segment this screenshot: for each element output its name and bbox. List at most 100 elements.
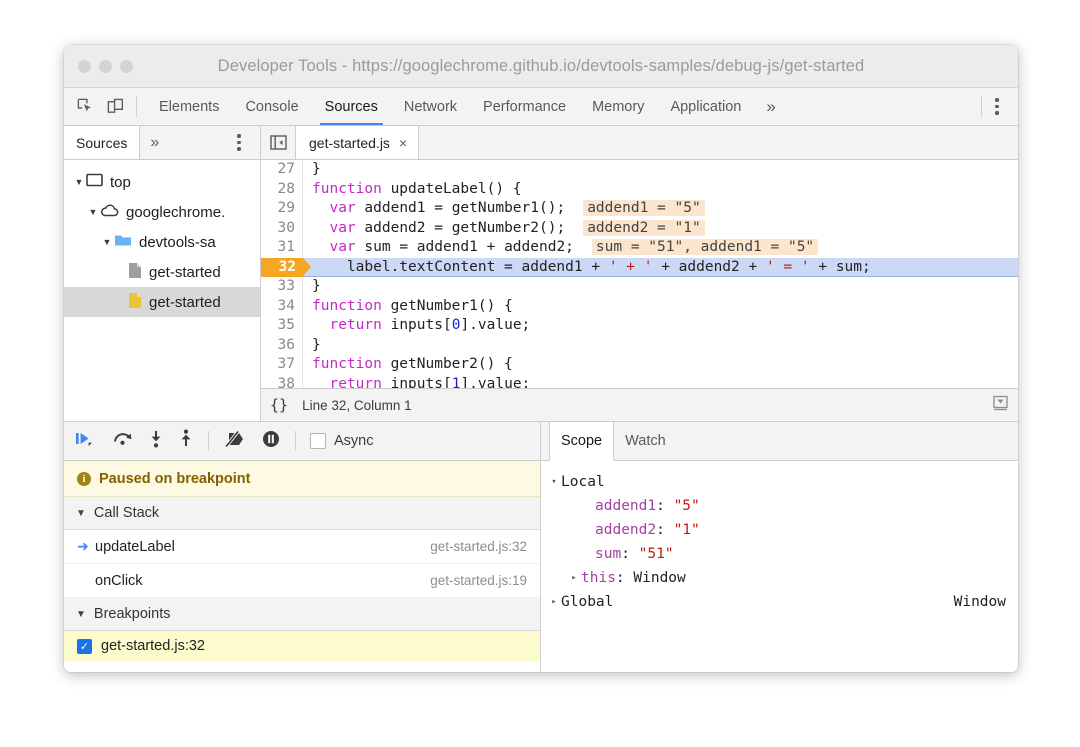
- token-plain: getNumber1() {: [381, 297, 513, 314]
- minimize-window-button[interactable]: [99, 59, 112, 73]
- tab-scope[interactable]: Scope: [549, 422, 615, 461]
- jump-to-icon[interactable]: [992, 395, 1009, 415]
- step-out-button[interactable]: [178, 429, 194, 454]
- maximize-window-button[interactable]: [120, 59, 133, 73]
- line-number[interactable]: 37: [261, 355, 303, 375]
- line-content[interactable]: }: [303, 277, 1018, 297]
- scope-property-value[interactable]: Window: [633, 566, 685, 590]
- line-number[interactable]: 30: [261, 218, 303, 238]
- line-number[interactable]: 33: [261, 277, 303, 297]
- chevron-down-icon[interactable]: ▼: [86, 207, 100, 217]
- call-stack-frame-updatelabel[interactable]: ➜ updateLabel get-started.js:32: [64, 530, 540, 564]
- line-number[interactable]: 34: [261, 296, 303, 316]
- line-number[interactable]: 28: [261, 179, 303, 199]
- window-controls[interactable]: [64, 59, 133, 73]
- line-number[interactable]: 38: [261, 374, 303, 388]
- line-content[interactable]: var addend2 = getNumber2(); addend2 = "1": [303, 219, 1018, 239]
- breakpoint-item[interactable]: ✓ get-started.js:32: [64, 631, 540, 661]
- tree-item-devtools-samples[interactable]: ▼ devtools-sa: [64, 227, 260, 257]
- main-menu-kebab-icon[interactable]: [982, 88, 1012, 125]
- code-line: 36 }: [261, 335, 1018, 356]
- scope-row-global[interactable]: ▸ Global Window: [541, 590, 1018, 614]
- device-toolbar-icon[interactable]: [106, 97, 125, 116]
- chevron-right-icon[interactable]: ▸: [547, 590, 561, 614]
- token-keyword: function: [312, 297, 382, 314]
- line-content[interactable]: var addend1 = getNumber1(); addend1 = "5": [303, 199, 1018, 219]
- devtools-window: Developer Tools - https://googlechrome.g…: [64, 45, 1018, 672]
- line-content[interactable]: function updateLabel() {: [303, 180, 1018, 200]
- async-checkbox[interactable]: [310, 433, 326, 449]
- pause-on-exceptions-button[interactable]: [261, 429, 281, 454]
- line-number[interactable]: 36: [261, 335, 303, 355]
- tree-item-top[interactable]: ▼ top: [64, 167, 260, 197]
- tab-console[interactable]: Console: [232, 88, 311, 125]
- chevron-down-icon[interactable]: ▼: [76, 609, 86, 620]
- scope-property-value[interactable]: "51": [639, 542, 674, 566]
- line-number[interactable]: 31: [261, 238, 303, 258]
- code-editor[interactable]: 27 } 28 function updateLabel() { 29 var …: [261, 160, 1018, 388]
- breakpoint-line-number[interactable]: 32: [261, 257, 311, 277]
- tab-memory[interactable]: Memory: [579, 88, 657, 125]
- inspect-element-icon[interactable]: [76, 97, 95, 116]
- navigator-pane: Sources » ▼ top ▼ googlechrome. ▼ devtoo…: [64, 126, 261, 421]
- tab-sources[interactable]: Sources: [312, 88, 391, 125]
- chevron-down-icon[interactable]: ▼: [100, 237, 114, 247]
- line-number[interactable]: 35: [261, 316, 303, 336]
- chevron-right-icon[interactable]: ▸: [567, 566, 581, 590]
- close-icon[interactable]: ×: [399, 135, 407, 151]
- tree-item-get-started-js[interactable]: get-started: [64, 287, 260, 317]
- navigator-tab-sources[interactable]: Sources: [64, 126, 141, 159]
- editor-file-tab[interactable]: get-started.js ×: [296, 126, 420, 159]
- format-code-icon[interactable]: {}: [270, 396, 288, 414]
- tab-elements[interactable]: Elements: [146, 88, 232, 125]
- tree-item-googlechrome[interactable]: ▼ googlechrome.: [64, 197, 260, 227]
- line-content[interactable]: function getNumber2() {: [303, 355, 1018, 375]
- tab-network[interactable]: Network: [391, 88, 470, 125]
- call-stack-frame-onclick[interactable]: onClick get-started.js:19: [64, 564, 540, 598]
- deactivate-breakpoints-button[interactable]: [223, 429, 247, 454]
- navigator-more-chevron-icon[interactable]: »: [140, 126, 169, 159]
- line-content[interactable]: return inputs[0].value;: [303, 316, 1018, 336]
- scope-separator: :: [656, 522, 674, 538]
- breakpoint-checkbox[interactable]: ✓: [77, 638, 92, 654]
- resume-script-execution-button[interactable]: [74, 429, 98, 454]
- line-number[interactable]: 27: [261, 160, 303, 180]
- file-tree: ▼ top ▼ googlechrome. ▼ devtools-sa get-…: [64, 160, 260, 421]
- show-navigator-icon[interactable]: [261, 126, 296, 159]
- chevron-down-icon[interactable]: ▼: [76, 508, 86, 519]
- tab-watch[interactable]: Watch: [614, 422, 677, 460]
- call-stack-header[interactable]: ▼ Call Stack: [64, 497, 540, 530]
- tree-item-get-started-html[interactable]: get-started: [64, 257, 260, 287]
- window-titlebar: Developer Tools - https://googlechrome.g…: [64, 45, 1018, 88]
- line-content[interactable]: return inputs[1].value;: [303, 375, 1018, 389]
- close-window-button[interactable]: [78, 59, 91, 73]
- step-over-button[interactable]: [112, 429, 134, 454]
- line-content[interactable]: }: [303, 160, 1018, 180]
- line-content[interactable]: function getNumber1() {: [303, 297, 1018, 317]
- chevron-down-icon[interactable]: ▼: [72, 177, 86, 187]
- scope-pane: Scope Watch ▾ Local addend1 : "5" addend…: [541, 422, 1018, 672]
- line-content[interactable]: var sum = addend1 + addend2; sum = "51", …: [303, 238, 1018, 258]
- scope-row-local[interactable]: ▾ Local: [541, 470, 1018, 494]
- step-into-button[interactable]: [148, 429, 164, 454]
- async-toggle[interactable]: Async: [310, 433, 374, 449]
- tab-label: Memory: [592, 98, 645, 115]
- line-content[interactable]: label.textContent = addend1 + ' + ' + ad…: [303, 257, 1018, 277]
- tab-application[interactable]: Application: [657, 88, 754, 125]
- scope-property-value[interactable]: "1": [674, 518, 700, 542]
- scope-row-this[interactable]: ▸ this : Window: [541, 566, 1018, 590]
- tab-performance[interactable]: Performance: [470, 88, 579, 125]
- watch-tab-label: Watch: [625, 433, 666, 449]
- breakpoints-header[interactable]: ▼ Breakpoints: [64, 598, 540, 631]
- chevron-down-icon[interactable]: ▾: [547, 470, 561, 494]
- more-tabs-chevron-icon[interactable]: »: [754, 88, 787, 125]
- line-number[interactable]: 29: [261, 199, 303, 219]
- line-content[interactable]: }: [303, 336, 1018, 356]
- scope-row-addend2[interactable]: addend2 : "1": [541, 518, 1018, 542]
- navigator-menu-kebab-icon[interactable]: [224, 126, 254, 159]
- scope-property-value[interactable]: "5": [674, 494, 700, 518]
- scope-row-sum[interactable]: sum : "51": [541, 542, 1018, 566]
- scope-row-addend1[interactable]: addend1 : "5": [541, 494, 1018, 518]
